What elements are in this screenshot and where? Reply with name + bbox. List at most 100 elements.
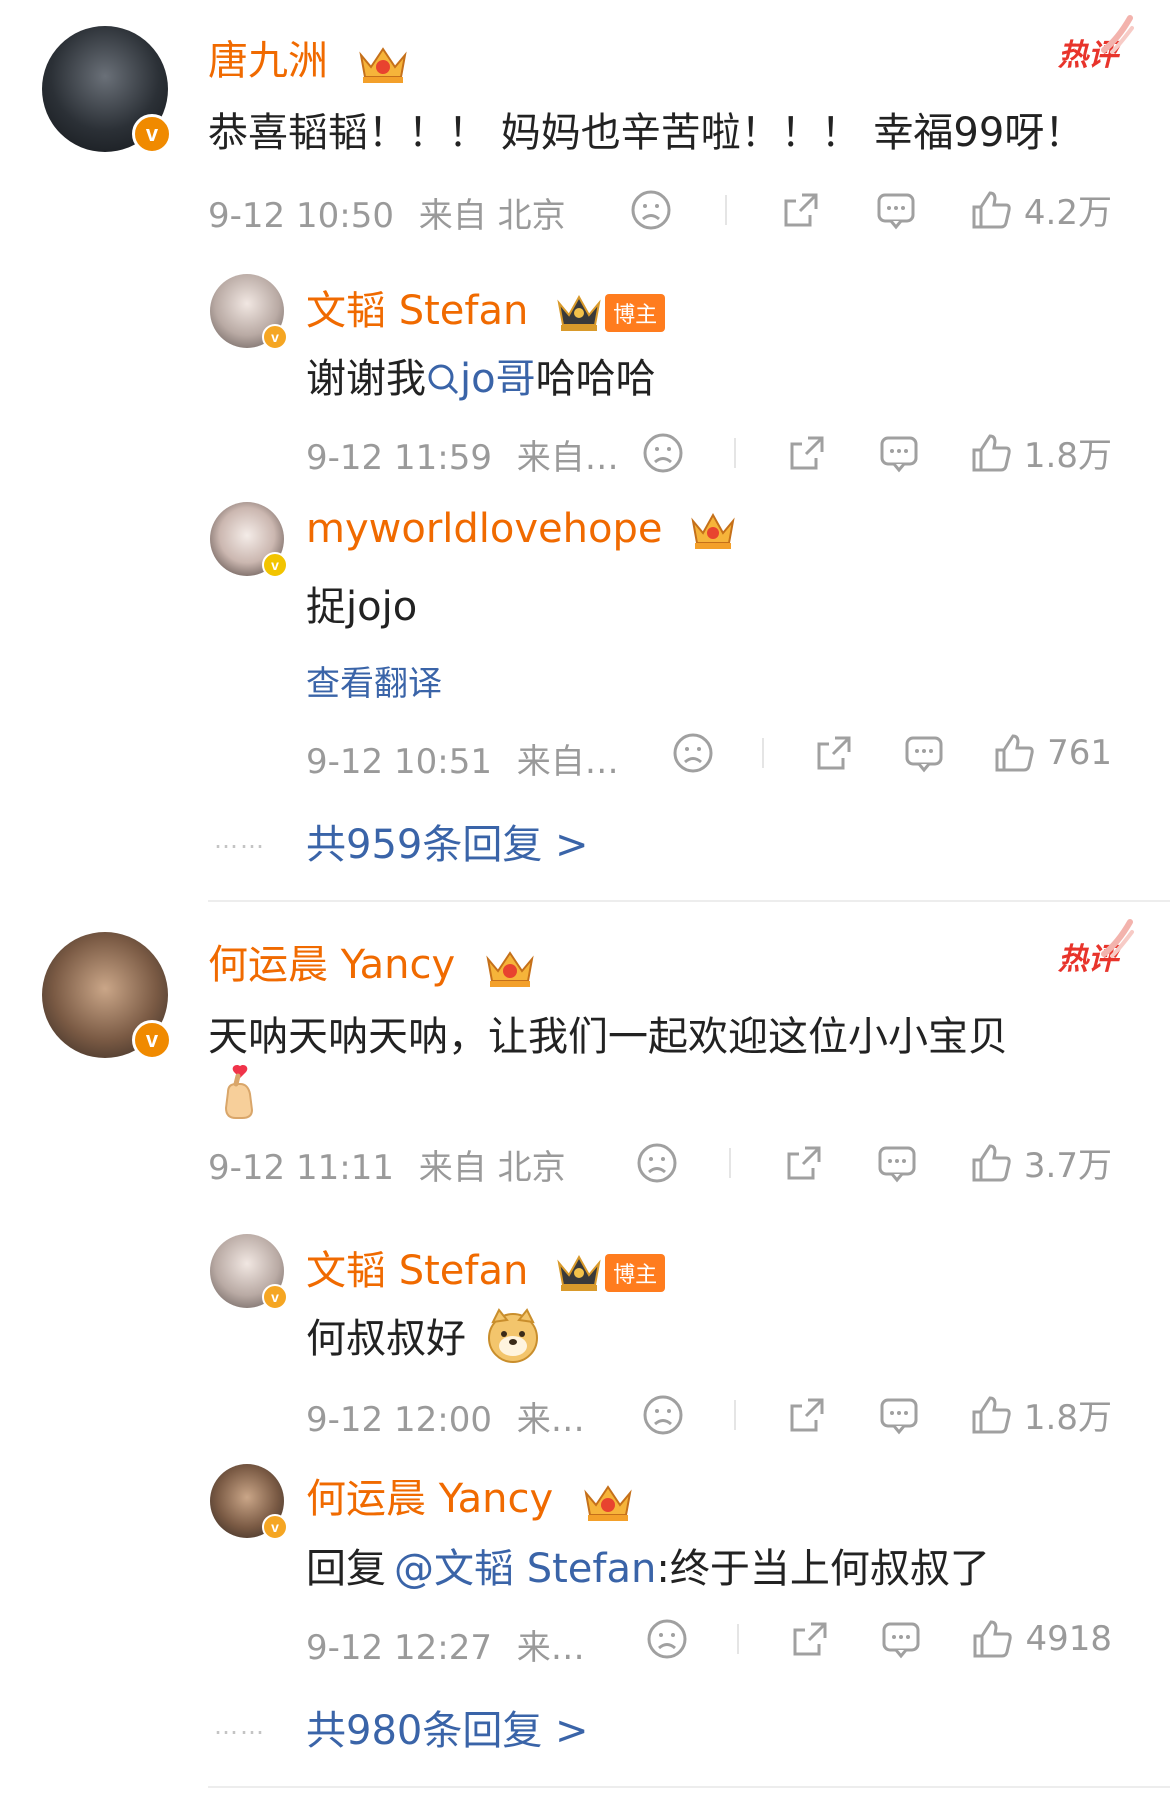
search-link[interactable]: jo哥 [426, 356, 536, 402]
like-icon [972, 433, 1011, 471]
crown-icon [359, 47, 407, 83]
share-icon[interactable] [780, 189, 822, 231]
verified-icon: v [132, 114, 172, 154]
dislike-icon[interactable] [646, 1618, 688, 1660]
reply-avatar[interactable]: v [210, 1464, 288, 1540]
reply-author[interactable]: 文韬 Stefan 博主 [306, 278, 666, 336]
mention-link[interactable]: @文韬 Stefan [394, 1546, 656, 1592]
hot-flame-icon [1101, 15, 1134, 54]
reply-icon[interactable] [903, 732, 945, 774]
comment-actions: 3.7万 [636, 1138, 1112, 1187]
thread-divider [208, 900, 1170, 902]
share-icon[interactable] [789, 1618, 831, 1660]
reply-meta: 9-12 11:59 来自… [306, 430, 619, 479]
reply-author[interactable]: myworldlovehope [306, 506, 737, 553]
thread-divider [208, 1786, 1170, 1788]
reply-meta: 9-12 12:00 来… [306, 1392, 585, 1441]
reply-actions: 4918 [646, 1618, 1112, 1660]
search-icon [428, 364, 459, 395]
comment-text: 天呐天呐天呐，让我们一起欢迎这位小小宝贝 [208, 1014, 1008, 1060]
reply-avatar[interactable]: v [210, 502, 288, 578]
like-count: 1.8万 [1023, 436, 1112, 476]
like-button[interactable]: 4918 [971, 1618, 1112, 1660]
author-name[interactable]: 何运晨 Yancy [306, 1476, 553, 1522]
reply-avatar[interactable]: v [210, 274, 288, 350]
reply-icon[interactable] [875, 189, 917, 231]
comment-actions: 4.2万 [630, 185, 1112, 234]
like-icon [973, 1620, 1013, 1658]
author-name[interactable]: myworldlovehope [306, 506, 662, 552]
like-button[interactable]: 3.7万 [970, 1138, 1112, 1187]
dislike-icon[interactable] [636, 1142, 678, 1184]
reply-text-suffix: 哈哈哈 [535, 356, 656, 402]
comment-meta: 9-12 11:11 来自 北京 [208, 1140, 566, 1189]
like-button[interactable]: 1.8万 [970, 1390, 1112, 1439]
author-name[interactable]: 何运晨 Yancy [208, 942, 455, 988]
share-icon[interactable] [783, 1142, 825, 1184]
avatar[interactable]: v [42, 932, 172, 1060]
share-icon[interactable] [786, 1394, 828, 1436]
comment-source: 来自 北京 [418, 196, 566, 236]
reply-author[interactable]: 文韬 Stefan 博主 [306, 1238, 666, 1296]
reply-icon[interactable] [876, 1142, 918, 1184]
reply-source: 来自… [516, 742, 619, 782]
reply-source: 来自… [516, 438, 619, 478]
finger-heart-emoji-icon [224, 1064, 254, 1119]
dislike-icon[interactable] [642, 432, 684, 474]
crown-icon [584, 1485, 632, 1521]
author-badge: 博主 [605, 1254, 666, 1292]
translate-link[interactable]: 查看翻译 [306, 656, 442, 705]
author-name[interactable]: 文韬 Stefan [306, 288, 528, 334]
like-button[interactable]: 1.8万 [970, 428, 1112, 477]
like-count: 4.2万 [1023, 193, 1112, 233]
like-count: 761 [1047, 733, 1112, 773]
comment-time: 9-12 11:11 [208, 1148, 394, 1188]
hot-flame-icon [1101, 919, 1134, 958]
avatar[interactable]: v [42, 26, 172, 154]
reply-text-content: 何叔叔好 [306, 1316, 466, 1362]
more-replies-link[interactable]: 共959条回复 > [306, 812, 589, 870]
reply-time: 9-12 12:00 [306, 1400, 492, 1440]
like-icon [995, 734, 1034, 772]
crown-icon [691, 512, 735, 549]
verified-icon: v [262, 1514, 288, 1540]
reply-text: 谢谢我 jo哥哈哈哈 [306, 346, 656, 404]
verified-icon: v [132, 1020, 172, 1060]
search-link-text[interactable]: jo哥 [460, 356, 536, 402]
like-count: 4918 [1025, 1619, 1112, 1659]
divider [762, 738, 765, 768]
like-icon [972, 1395, 1011, 1433]
author-name[interactable]: 文韬 Stefan [306, 1248, 528, 1294]
crown-icon [486, 951, 534, 987]
reply-time: 9-12 12:27 [306, 1628, 492, 1668]
comment-time: 9-12 10:50 [208, 196, 394, 236]
reply-icon[interactable] [880, 1618, 922, 1660]
reply-avatar[interactable]: v [210, 1234, 288, 1310]
verified-icon: v [262, 324, 288, 350]
reply-icon[interactable] [878, 432, 920, 474]
author-name[interactable]: 唐九洲 [208, 38, 328, 84]
share-icon[interactable] [813, 732, 855, 774]
comment-author[interactable]: 何运晨 Yancy [208, 932, 538, 990]
verified-icon: v [262, 1284, 288, 1310]
more-replies-link[interactable]: 共980条回复 > [306, 1698, 589, 1756]
comment-source: 来自 北京 [418, 1148, 566, 1188]
author-badge: 博主 [605, 294, 666, 332]
like-count: 3.7万 [1023, 1146, 1112, 1186]
reply-source: 来… [516, 1628, 585, 1668]
reply-time: 9-12 11:59 [306, 438, 492, 478]
like-button[interactable]: 4.2万 [970, 185, 1112, 234]
reply-actions: 1.8万 [642, 428, 1112, 477]
share-icon[interactable] [786, 432, 828, 474]
reply-author[interactable]: 何运晨 Yancy [306, 1466, 636, 1524]
dislike-icon[interactable] [630, 189, 672, 231]
reply-text-suffix: :终于当上何叔叔了 [656, 1546, 990, 1592]
reply-text-prefix: 谢谢我 [306, 356, 426, 402]
reply-icon[interactable] [878, 1394, 920, 1436]
doge-emoji-icon [487, 1308, 538, 1363]
like-icon [972, 1143, 1011, 1181]
comment-author[interactable]: 唐九洲 [208, 28, 411, 86]
dislike-icon[interactable] [672, 732, 714, 774]
like-button[interactable]: 761 [993, 732, 1112, 774]
dislike-icon[interactable] [642, 1394, 684, 1436]
